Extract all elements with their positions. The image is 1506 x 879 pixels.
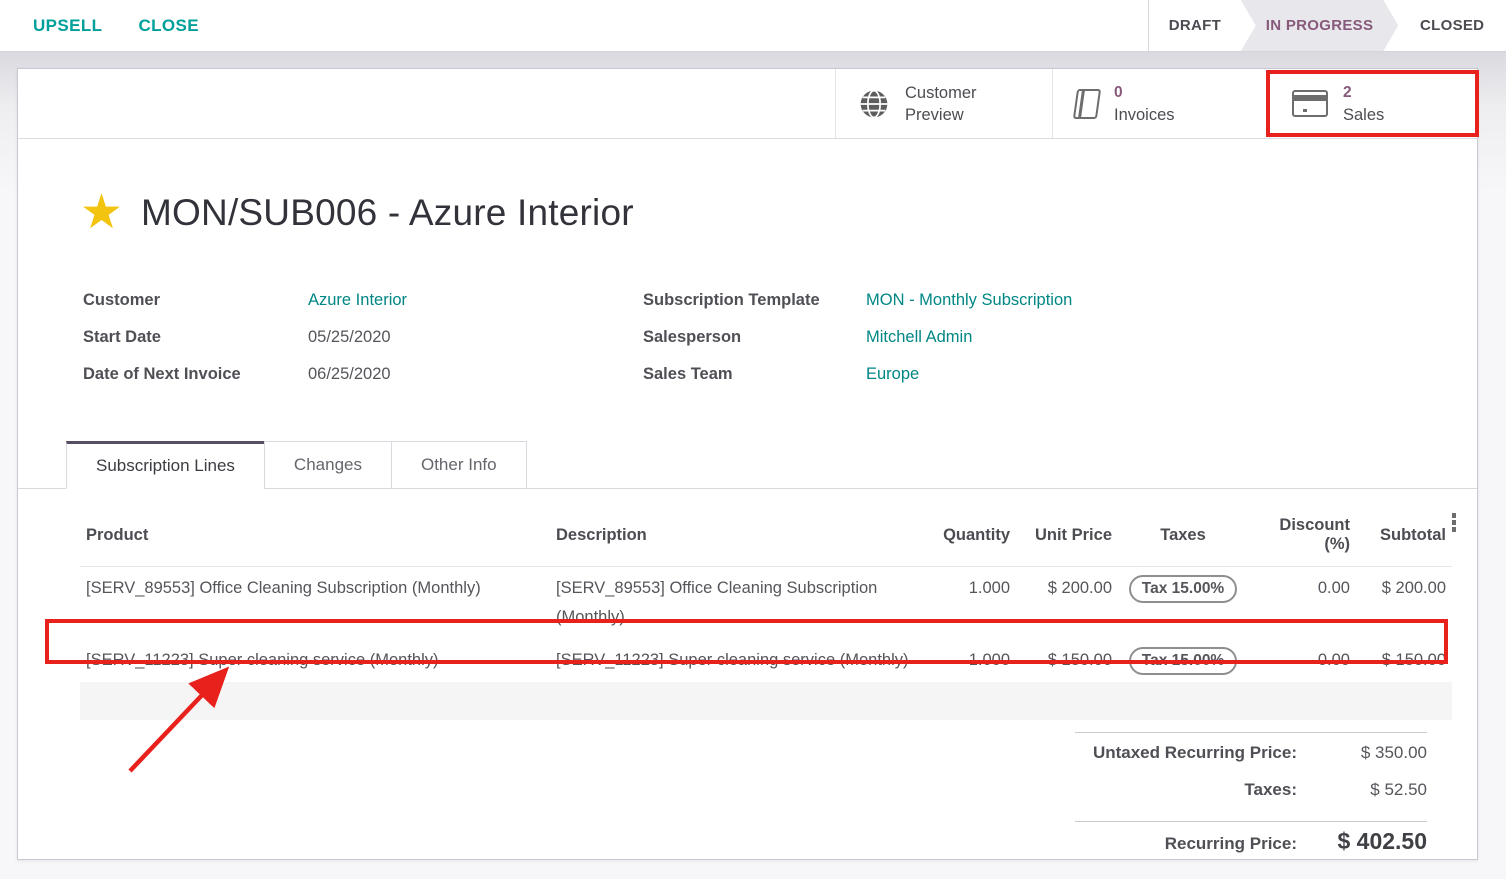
- upsell-button[interactable]: UPSELL: [33, 16, 102, 36]
- cell-quantity: 1.000: [922, 567, 1016, 640]
- cell-taxes: Tax 15.00%: [1118, 567, 1248, 640]
- cell-unit-price: $ 150.00: [1016, 639, 1118, 682]
- field-sales-team-label: Sales Team: [643, 365, 866, 384]
- globe-icon: [858, 88, 890, 120]
- field-subscription-template-label: Subscription Template: [643, 291, 866, 310]
- page-title: MON/SUB006 - Azure Interior: [141, 192, 634, 234]
- statusbar: DRAFT IN PROGRESS CLOSED: [1148, 0, 1506, 51]
- tax-badge: Tax 15.00%: [1129, 575, 1237, 603]
- field-start-date: Start Date 05/25/2020: [83, 319, 643, 356]
- sales-stat: 2 Sales: [1343, 82, 1384, 126]
- page-background: Customer Preview 0 Invoices 2 Sales: [0, 52, 1506, 879]
- button-box: Customer Preview 0 Invoices 2 Sales: [18, 69, 1477, 139]
- cell-subtotal: $ 150.00: [1356, 639, 1452, 682]
- sales-button[interactable]: 2 Sales: [1269, 69, 1477, 138]
- cell-discount: 0.00: [1248, 639, 1356, 682]
- field-subscription-template-value[interactable]: MON - Monthly Subscription: [866, 291, 1072, 310]
- field-start-date-value: 05/25/2020: [308, 328, 391, 347]
- favorite-star-icon[interactable]: ★: [80, 189, 123, 237]
- tab-other-info[interactable]: Other Info: [391, 441, 527, 489]
- header-taxes: Taxes: [1118, 489, 1248, 567]
- invoices-label: Invoices: [1114, 104, 1175, 126]
- taxes-total-row: Taxes: $ 52.50: [1075, 780, 1427, 817]
- untaxed-total-value: $ 350.00: [1297, 743, 1427, 763]
- header-subtotal: Subtotal: [1356, 489, 1452, 567]
- field-start-date-label: Start Date: [83, 328, 308, 347]
- header-product: Product: [80, 489, 550, 567]
- field-salesperson-label: Salesperson: [643, 328, 866, 347]
- field-sales-team: Sales Team Europe: [643, 356, 1072, 393]
- tax-badge: Tax 15.00%: [1129, 647, 1237, 675]
- cell-discount: 0.00: [1248, 567, 1356, 640]
- table-row-highlighted[interactable]: [SERV_11223] Super cleaning service (Mon…: [80, 639, 1452, 682]
- customer-preview-label: Customer Preview: [905, 82, 977, 126]
- cell-subtotal: $ 200.00: [1356, 567, 1452, 640]
- sales-label: Sales: [1343, 104, 1384, 126]
- totals-divider: [1075, 821, 1427, 822]
- tab-subscription-lines[interactable]: Subscription Lines: [66, 441, 265, 489]
- form-sheet: Customer Preview 0 Invoices 2 Sales: [17, 68, 1478, 860]
- cell-unit-price: $ 200.00: [1016, 567, 1118, 640]
- field-subscription-template: Subscription Template MON - Monthly Subs…: [643, 282, 1072, 319]
- header-discount: Discount (%): [1248, 489, 1356, 567]
- field-next-invoice-date-value: 06/25/2020: [308, 365, 391, 384]
- column-options-icon[interactable]: [1444, 513, 1464, 532]
- field-customer-label: Customer: [83, 291, 308, 310]
- totals-block: Untaxed Recurring Price: $ 350.00 Taxes:…: [1075, 732, 1427, 860]
- field-next-invoice-date: Date of Next Invoice 06/25/2020: [83, 356, 643, 393]
- header-quantity: Quantity: [922, 489, 1016, 567]
- field-group: Customer Azure Interior Start Date 05/25…: [83, 282, 1477, 393]
- invoices-count: 0: [1114, 82, 1175, 104]
- cell-description: [SERV_89553] Office Cleaning Subscriptio…: [550, 567, 922, 640]
- untaxed-total-row: Untaxed Recurring Price: $ 350.00: [1075, 743, 1427, 780]
- header-unit-price: Unit Price: [1016, 489, 1118, 567]
- cell-taxes: Tax 15.00%: [1118, 639, 1248, 682]
- notebook-tabs: Subscription Lines Changes Other Info: [18, 440, 1477, 489]
- sales-count: 2: [1343, 82, 1384, 104]
- invoices-stat: 0 Invoices: [1114, 82, 1175, 126]
- credit-card-icon: [1292, 90, 1328, 117]
- field-salesperson: Salesperson Mitchell Admin: [643, 319, 1072, 356]
- field-salesperson-value[interactable]: Mitchell Admin: [866, 328, 972, 347]
- tab-changes[interactable]: Changes: [264, 441, 392, 489]
- invoices-button[interactable]: 0 Invoices: [1052, 69, 1269, 138]
- field-customer: Customer Azure Interior: [83, 282, 643, 319]
- cell-description: [SERV_11223] Super cleaning service (Mon…: [550, 639, 922, 682]
- top-control-bar: UPSELL CLOSE DRAFT IN PROGRESS CLOSED: [0, 0, 1506, 52]
- button-box-spacer: [18, 69, 835, 138]
- header-description: Description: [550, 489, 922, 567]
- subscription-form-screen: UPSELL CLOSE DRAFT IN PROGRESS CLOSED: [0, 0, 1506, 879]
- recurring-price-label: Recurring Price:: [1075, 834, 1297, 854]
- subscription-lines-table: Product Description Quantity Unit Price …: [80, 489, 1450, 720]
- recurring-price-value: $ 402.50: [1297, 828, 1427, 855]
- recurring-price-row: Recurring Price: $ 402.50: [1075, 828, 1427, 860]
- table-empty-row: [80, 682, 1452, 720]
- action-buttons: UPSELL CLOSE: [0, 0, 199, 51]
- title-row: ★ MON/SUB006 - Azure Interior: [80, 184, 1477, 242]
- cell-product: [SERV_11223] Super cleaning service (Mon…: [80, 639, 550, 682]
- untaxed-total-label: Untaxed Recurring Price:: [1075, 743, 1297, 763]
- cell-product: [SERV_89553] Office Cleaning Subscriptio…: [80, 567, 550, 640]
- status-step-in-progress[interactable]: IN PROGRESS: [1241, 0, 1399, 51]
- field-sales-team-value[interactable]: Europe: [866, 365, 919, 384]
- cell-quantity: 1.000: [922, 639, 1016, 682]
- table-row[interactable]: [SERV_89553] Office Cleaning Subscriptio…: [80, 567, 1452, 640]
- taxes-total-value: $ 52.50: [1297, 780, 1427, 800]
- book-icon: [1073, 89, 1101, 119]
- field-next-invoice-date-label: Date of Next Invoice: [83, 365, 308, 384]
- customer-preview-button[interactable]: Customer Preview: [835, 69, 1052, 138]
- status-step-draft[interactable]: DRAFT: [1149, 0, 1241, 51]
- field-customer-value[interactable]: Azure Interior: [308, 291, 407, 310]
- close-button[interactable]: CLOSE: [138, 16, 199, 36]
- table-header-row: Product Description Quantity Unit Price …: [80, 489, 1452, 567]
- taxes-total-label: Taxes:: [1075, 780, 1297, 800]
- status-step-closed[interactable]: CLOSED: [1398, 0, 1506, 51]
